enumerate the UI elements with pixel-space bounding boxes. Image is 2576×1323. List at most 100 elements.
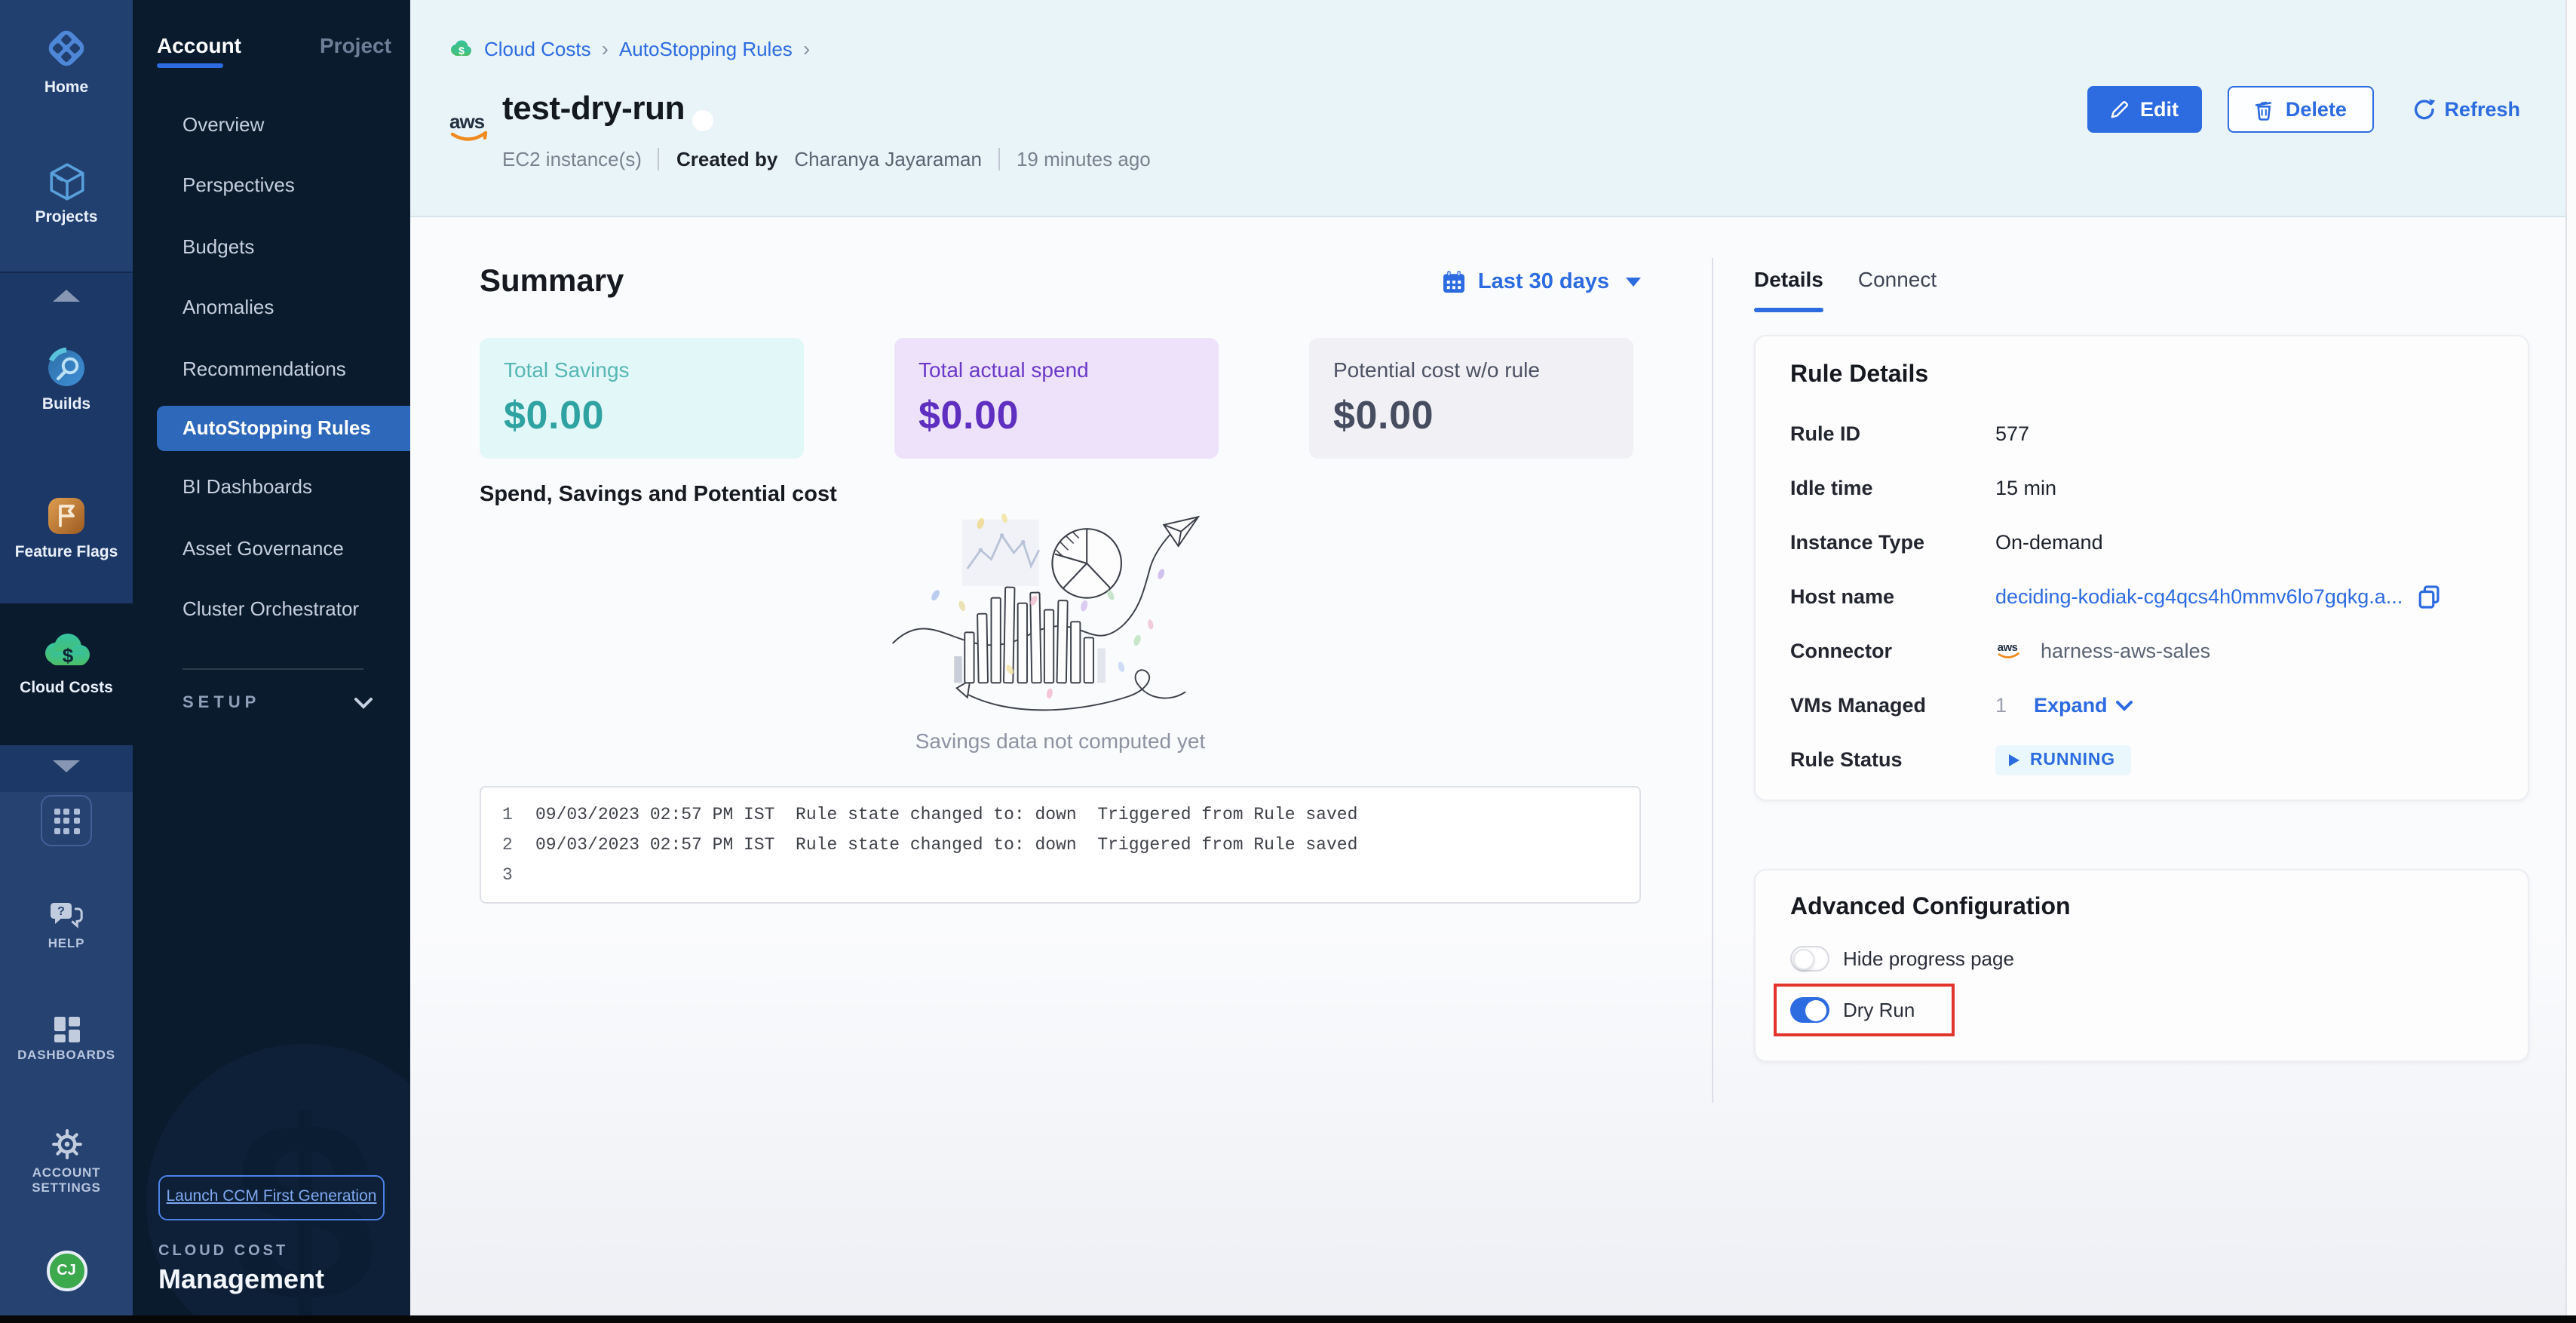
rail-label-feature-flags: Feature Flags (15, 543, 118, 561)
brand-cloud-cost: CLOUD COST (158, 1243, 324, 1260)
sidebar-item-recommendations[interactable]: Recommendations (133, 338, 410, 399)
sidebar-item-budgets[interactable]: Budgets (133, 216, 410, 277)
total-savings-value: $0.00 (504, 392, 780, 439)
rail-collapse-up[interactable] (0, 290, 133, 302)
rail-label-projects: Projects (35, 208, 98, 226)
potential-cost-label: Potential cost w/o rule (1333, 358, 1609, 382)
rail-collapse-down[interactable] (0, 760, 133, 772)
vms-expand-link[interactable]: Expand (2034, 694, 2133, 717)
rail-item-projects[interactable]: Projects (0, 161, 133, 226)
breadcrumb-cloud-costs-icon: $ (448, 38, 474, 58)
avatar-initials: CJ (46, 1251, 87, 1291)
instance-type-row: Instance Type On-demand (1790, 526, 2493, 558)
chart-heading: Spend, Savings and Potential cost (480, 483, 1712, 507)
total-savings-card: Total Savings $0.00 (480, 338, 804, 459)
sidebar-item-cluster-orchestrator[interactable]: Cluster Orchestrator (133, 579, 410, 640)
rail-label-cloud-costs: Cloud Costs (20, 679, 113, 697)
module-selector-button[interactable] (0, 795, 133, 846)
app-window: Home Projects Builds Feature Flags $ (0, 0, 2576, 1323)
host-name-link[interactable]: deciding-kodiak-cg4qcs4h0mmv6lo7gqkg.a..… (1995, 585, 2403, 608)
dashboards-icon (54, 1017, 79, 1042)
edit-button[interactable]: Edit (2087, 86, 2201, 133)
dry-run-label: Dry Run (1843, 999, 1915, 1021)
brand-management: Management (158, 1264, 324, 1296)
builds-icon (45, 347, 87, 389)
sidebar-item-overview[interactable]: Overview (133, 94, 410, 155)
tab-project[interactable]: Project (320, 33, 391, 57)
instance-type-value: On-demand (1995, 531, 2103, 554)
launch-ccm-first-gen-button[interactable]: Launch CCM First Generation (158, 1175, 385, 1220)
svg-text:?: ? (57, 905, 65, 918)
status-text: RUNNING (2030, 751, 2115, 769)
help-chat-icon: ? (50, 902, 83, 931)
refresh-button[interactable]: Refresh (2412, 86, 2520, 133)
delete-button[interactable]: Delete (2227, 86, 2373, 133)
hide-progress-row: Hide progress page (1790, 946, 2493, 972)
rule-activity-log[interactable]: 109/03/2023 02:57 PM IST Rule state chan… (480, 786, 1641, 904)
sidebar-item-perspectives[interactable]: Perspectives (133, 155, 410, 216)
meta-divider (658, 148, 660, 170)
sidebar-item-autostopping-rules[interactable]: AutoStopping Rules (157, 405, 410, 450)
expand-chevron-icon (2117, 699, 2133, 711)
chevron-up-icon (53, 290, 80, 302)
setup-chevron-icon (354, 697, 373, 709)
rule-id-row: Rule ID 577 (1790, 418, 2493, 450)
rail-item-help[interactable]: ? HELP (0, 902, 133, 952)
rule-meta: EC2 instance(s) Created by Charanya Jaya… (502, 148, 1151, 170)
rail-item-cloud-costs[interactable]: $ Cloud Costs (0, 631, 133, 697)
rule-details-card: Rule Details Rule ID 577 Idle time 15 mi… (1754, 335, 2529, 801)
tab-connect[interactable]: Connect (1858, 267, 1937, 291)
pencil-icon (2110, 100, 2130, 119)
svg-text:$: $ (63, 644, 74, 667)
sidebar-brand: CLOUD COST Management (158, 1243, 324, 1296)
date-range-picker[interactable]: Last 30 days (1442, 270, 1641, 294)
sidebar-divider (182, 668, 363, 670)
rail-item-builds[interactable]: Builds (0, 347, 133, 413)
rail-item-feature-flags[interactable]: Feature Flags (0, 495, 133, 561)
idle-time-value: 15 min (1995, 477, 2056, 499)
summary-cards: Total Savings $0.00 Total actual spend $… (480, 338, 1641, 459)
calendar-icon (1442, 270, 1466, 294)
breadcrumb-link-autostopping-rules[interactable]: AutoStopping Rules (619, 37, 793, 60)
date-range-value: Last 30 days (1478, 270, 1609, 294)
scrollbar[interactable] (2565, 0, 2576, 1315)
created-by-name: Charanya Jayaraman (794, 148, 982, 170)
tab-details[interactable]: Details (1754, 267, 1823, 291)
connector-row: Connector aws harness-aws-sales (1790, 635, 2493, 667)
svg-text:aws: aws (1998, 641, 2018, 654)
trash-icon (2254, 98, 2275, 121)
empty-chart-illustration (480, 513, 1641, 720)
feature-flags-icon (45, 495, 87, 537)
bottom-bar (0, 1315, 2576, 1323)
dry-run-toggle[interactable] (1790, 997, 1829, 1023)
total-actual-spend-value: $0.00 (918, 392, 1194, 439)
details-tab-underline (1754, 308, 1823, 312)
chevron-down-icon (53, 760, 80, 772)
vms-managed-row: VMs Managed 1 Expand (1790, 689, 2493, 721)
sidebar-item-anomalies[interactable]: Anomalies (133, 277, 410, 338)
rail-item-account-settings[interactable]: ACCOUNT SETTINGS (0, 1128, 133, 1196)
breadcrumb-link-cloud-costs[interactable]: Cloud Costs (484, 37, 591, 60)
hide-progress-toggle[interactable] (1790, 946, 1829, 972)
resource-type: EC2 instance(s) (502, 148, 642, 170)
total-savings-label: Total Savings (504, 358, 780, 382)
rail-item-dashboards[interactable]: DASHBOARDS (0, 1017, 133, 1064)
sidebar-item-bi-dashboards[interactable]: BI Dashboards (133, 456, 410, 517)
harness-home-icon (42, 24, 90, 72)
setup-section-toggle[interactable]: SETUP (182, 694, 373, 712)
ccm-sidebar: $ Account Project Overview Perspectives … (133, 0, 410, 1323)
page-title: test-dry-run (502, 89, 685, 128)
tab-account[interactable]: Account (157, 33, 241, 57)
host-name-row: Host name deciding-kodiak-cg4qcs4h0mmv6l… (1790, 581, 2493, 612)
module-rail: Home Projects Builds Feature Flags $ (0, 0, 133, 1323)
user-avatar[interactable]: CJ (0, 1251, 133, 1291)
refresh-icon (2412, 98, 2435, 121)
rail-item-home[interactable]: Home (0, 24, 133, 97)
idle-time-row: Idle time 15 min (1790, 472, 2493, 504)
account-tab-underline (157, 63, 223, 68)
connector-name: harness-aws-sales (2041, 640, 2210, 662)
sidebar-item-asset-governance[interactable]: Asset Governance (133, 517, 410, 579)
rule-details-heading: Rule Details (1790, 362, 2493, 389)
total-actual-spend-card: Total actual spend $0.00 (894, 338, 1219, 459)
copy-icon[interactable] (2418, 585, 2440, 609)
